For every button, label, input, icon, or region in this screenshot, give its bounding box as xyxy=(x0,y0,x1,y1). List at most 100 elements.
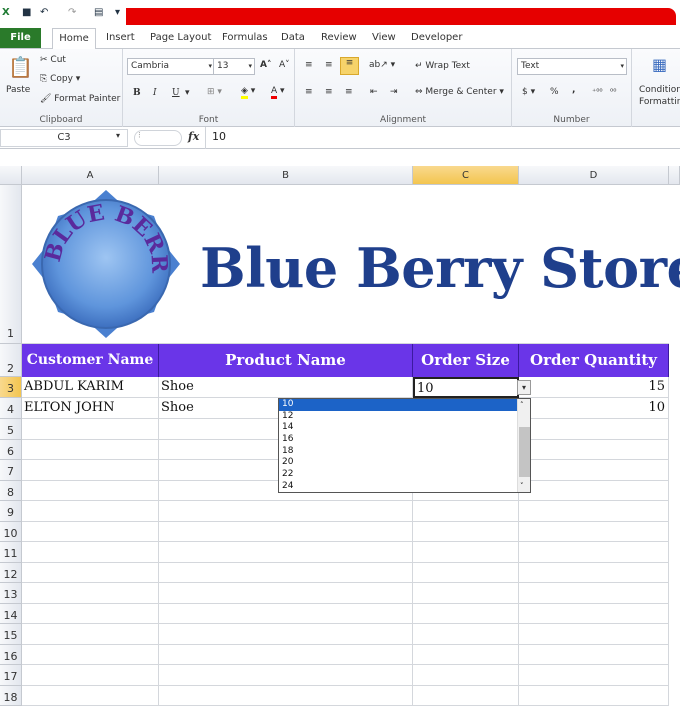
dropdown-option[interactable]: 10 xyxy=(279,399,530,411)
grow-font-icon[interactable]: A˄ xyxy=(260,60,271,70)
dropdown-option[interactable]: 14 xyxy=(279,422,530,434)
empty-cell[interactable] xyxy=(413,685,519,706)
decrease-indent-icon[interactable]: ⇤ xyxy=(370,87,378,97)
row-header[interactable]: 10 xyxy=(0,521,22,542)
empty-cell[interactable] xyxy=(519,665,669,686)
conditional-formatting-button[interactable]: Conditional Formatting xyxy=(639,84,680,108)
format-painter-button[interactable]: 🖌 Format Painter xyxy=(40,94,120,104)
empty-cell[interactable] xyxy=(519,685,669,706)
row-header[interactable]: 5 xyxy=(0,419,22,440)
empty-cell[interactable] xyxy=(413,583,519,604)
empty-cell[interactable] xyxy=(519,480,669,501)
cell-d4[interactable]: 10 xyxy=(519,398,669,419)
empty-cell[interactable] xyxy=(22,521,159,542)
wrap-text-button[interactable]: ↵ Wrap Text xyxy=(415,61,470,71)
align-right-icon[interactable]: ≡ xyxy=(345,87,353,97)
column-header-e[interactable] xyxy=(669,166,680,185)
cell-a4[interactable]: ELTON JOHN xyxy=(22,398,159,419)
empty-cell[interactable] xyxy=(22,603,159,624)
paste-button[interactable]: Paste xyxy=(6,85,30,95)
row-header[interactable]: 1 xyxy=(0,185,22,344)
copy-button[interactable]: ⎘ Copy ▾ xyxy=(40,74,80,84)
empty-cell[interactable] xyxy=(22,419,159,440)
row-header[interactable]: 2 xyxy=(0,344,22,377)
cut-button[interactable]: ✂ Cut xyxy=(40,55,66,65)
cell-d3[interactable]: 15 xyxy=(519,377,669,398)
align-left-icon[interactable]: ≡ xyxy=(305,87,313,97)
number-format-combo[interactable]: Text ▾ xyxy=(517,58,627,75)
align-bottom-icon[interactable]: ≡ xyxy=(340,57,359,75)
empty-cell[interactable] xyxy=(22,562,159,583)
tab-file[interactable]: File xyxy=(0,28,41,48)
empty-cell[interactable] xyxy=(22,501,159,522)
empty-cell[interactable] xyxy=(22,583,159,604)
align-middle-icon[interactable]: ≡ xyxy=(325,60,333,70)
fill-color-icon[interactable]: ◈ ▾ xyxy=(241,86,255,99)
empty-cell[interactable] xyxy=(159,665,413,686)
empty-cell[interactable] xyxy=(519,419,669,440)
empty-cell[interactable] xyxy=(159,603,413,624)
empty-cell[interactable] xyxy=(22,439,159,460)
empty-cell[interactable] xyxy=(159,685,413,706)
empty-cell[interactable] xyxy=(22,480,159,501)
tab-view[interactable]: View xyxy=(372,32,396,43)
empty-cell[interactable] xyxy=(519,542,669,563)
empty-cell[interactable] xyxy=(519,439,669,460)
row-header[interactable]: 3 xyxy=(0,377,22,398)
empty-cell[interactable] xyxy=(413,542,519,563)
fx-icon[interactable]: fx xyxy=(188,130,199,143)
empty-cell[interactable] xyxy=(519,521,669,542)
save-icon[interactable]: ■ xyxy=(22,7,31,18)
column-header-c[interactable]: C xyxy=(413,166,519,185)
scroll-thumb[interactable] xyxy=(519,427,530,477)
row-header[interactable]: 16 xyxy=(0,644,22,665)
column-header-d[interactable]: D xyxy=(519,166,669,185)
empty-cell[interactable] xyxy=(413,501,519,522)
row-header[interactable]: 6 xyxy=(0,439,22,460)
empty-cell[interactable] xyxy=(159,583,413,604)
empty-cell[interactable] xyxy=(413,562,519,583)
tab-home[interactable]: Home xyxy=(52,28,96,50)
dropdown-option[interactable]: 20 xyxy=(279,457,530,469)
empty-cell[interactable] xyxy=(22,624,159,645)
dropdown-option[interactable]: 18 xyxy=(279,446,530,458)
cell-a3[interactable]: ABDUL KARIM xyxy=(22,377,159,398)
tab-review[interactable]: Review xyxy=(321,32,357,43)
currency-button[interactable]: $ ▾ xyxy=(522,87,535,97)
font-color-icon[interactable]: A ▾ xyxy=(271,86,285,99)
formula-input[interactable]: 10 xyxy=(205,127,680,149)
empty-cell[interactable] xyxy=(413,521,519,542)
align-top-icon[interactable]: ≡ xyxy=(305,60,313,70)
dropdown-option[interactable]: 16 xyxy=(279,434,530,446)
percent-button[interactable]: % xyxy=(550,87,559,97)
customize-qat-icon[interactable]: ▾ xyxy=(115,7,120,18)
empty-cell[interactable] xyxy=(159,501,413,522)
paste-icon[interactable]: 📋 xyxy=(8,55,33,79)
empty-cell[interactable] xyxy=(519,624,669,645)
empty-cell[interactable] xyxy=(159,562,413,583)
empty-cell[interactable] xyxy=(22,644,159,665)
row-header[interactable]: 7 xyxy=(0,460,22,481)
empty-cell[interactable] xyxy=(22,542,159,563)
scroll-up-icon[interactable]: ˄ xyxy=(520,401,524,409)
increase-indent-icon[interactable]: ⇥ xyxy=(390,87,398,97)
empty-cell[interactable] xyxy=(519,562,669,583)
empty-cell[interactable] xyxy=(159,542,413,563)
undo-icon[interactable]: ↶ xyxy=(40,7,48,18)
cell-b3[interactable]: Shoe xyxy=(159,377,413,398)
orientation-icon[interactable]: ab↗ ▾ xyxy=(369,60,395,70)
row-header[interactable]: 17 xyxy=(0,665,22,686)
empty-cell[interactable] xyxy=(413,603,519,624)
empty-cell[interactable] xyxy=(159,624,413,645)
tab-formulas[interactable]: Formulas xyxy=(222,32,268,43)
underline-dropdown-icon[interactable]: ▾ xyxy=(185,88,190,98)
empty-cell[interactable] xyxy=(519,460,669,481)
empty-cell[interactable] xyxy=(519,603,669,624)
conditional-formatting-icon[interactable]: ▦ xyxy=(652,55,667,74)
cell-c3-active[interactable]: 10 xyxy=(413,377,519,398)
dropdown-option[interactable]: 24 xyxy=(279,481,530,493)
row-header[interactable]: 15 xyxy=(0,624,22,645)
chevron-down-icon[interactable]: ▾ xyxy=(116,131,120,140)
row-header[interactable]: 9 xyxy=(0,501,22,522)
column-header-b[interactable]: B xyxy=(159,166,413,185)
